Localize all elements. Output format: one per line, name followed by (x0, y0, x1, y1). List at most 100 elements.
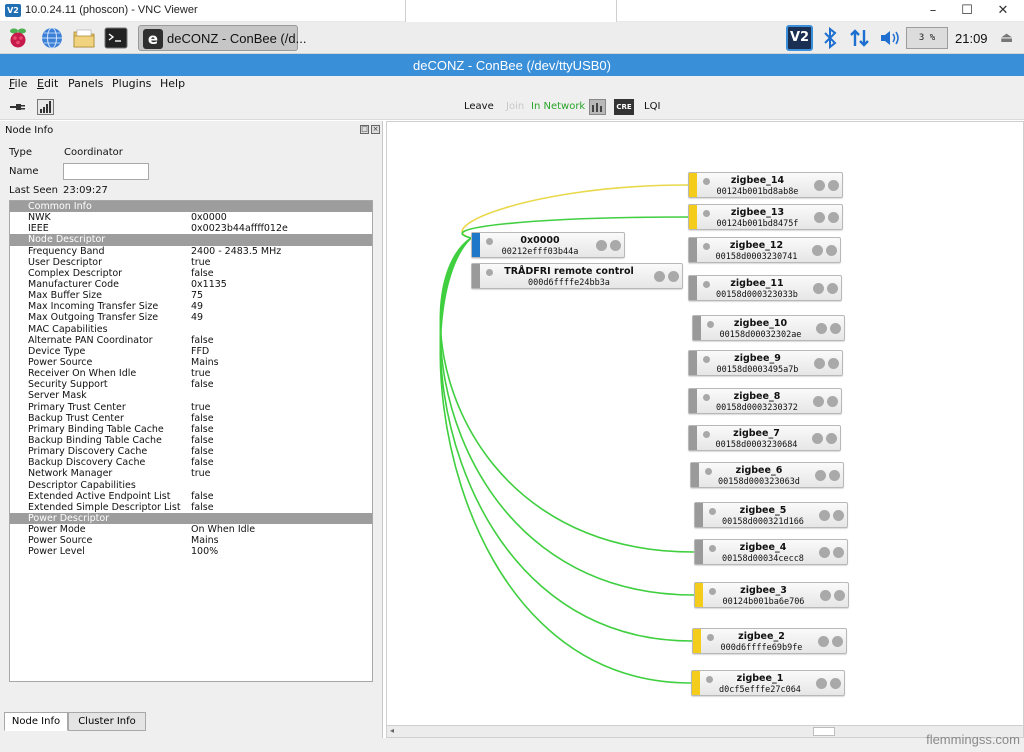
maximize-button[interactable]: ☐ (952, 1, 982, 21)
row-key: NWK (28, 212, 51, 224)
node-endpoint-port[interactable] (833, 510, 844, 521)
terminal-icon[interactable] (104, 26, 128, 50)
tab-node-info[interactable]: Node Info (4, 712, 68, 731)
node-endpoint-port[interactable] (596, 240, 607, 251)
network-node[interactable]: TRÅDFRI remote control 000d6ffffe24bb3a (471, 263, 683, 289)
network-node[interactable]: zigbee_13 00124b001bd8475f (688, 204, 843, 230)
leave-button[interactable]: Leave (464, 101, 494, 112)
table-row: Power Mode On When Idle (10, 524, 372, 535)
join-button[interactable]: Join (506, 101, 524, 112)
network-node[interactable]: zigbee_6 00158d000323063d (690, 462, 844, 488)
node-endpoint-port[interactable] (827, 283, 838, 294)
bluetooth-icon[interactable] (818, 26, 842, 50)
network-node[interactable]: zigbee_9 00158d0003495a7b (688, 350, 843, 376)
network-node[interactable]: zigbee_4 00158d00034cecc8 (694, 539, 848, 565)
scroll-left-icon[interactable]: ◂ (390, 726, 394, 735)
signal-strength-icon[interactable] (37, 99, 54, 115)
menu-help[interactable]: Help (160, 77, 185, 90)
row-key: Complex Descriptor (28, 267, 123, 279)
node-endpoint-port[interactable] (829, 470, 840, 481)
node-endpoint-port[interactable] (826, 433, 837, 444)
network-settings-icon[interactable] (589, 99, 606, 115)
node-endpoint-port[interactable] (654, 271, 665, 282)
taskbar-deconz-button[interactable]: e deCONZ - ConBee (/d... (138, 25, 306, 51)
network-node[interactable]: zigbee_7 00158d0003230684 (688, 425, 841, 451)
node-endpoint-port[interactable] (830, 323, 841, 334)
clock[interactable]: 21:09 (955, 31, 988, 46)
raspberry-menu-icon[interactable] (6, 26, 30, 50)
node-status-dot (709, 508, 716, 515)
node-endpoint-port[interactable] (828, 212, 839, 223)
node-endpoint-port[interactable] (814, 212, 825, 223)
network-node[interactable]: zigbee_2 000d6ffffe69b9fe (692, 628, 847, 654)
menu-panels[interactable]: Panels (68, 77, 103, 90)
network-node[interactable]: zigbee_10 00158d00032302ae (692, 315, 845, 341)
network-node[interactable]: zigbee_5 00158d000321d166 (694, 502, 848, 528)
node-endpoint-port[interactable] (828, 180, 839, 191)
close-panel-icon[interactable]: × (371, 125, 380, 134)
node-endpoint-port[interactable] (832, 636, 843, 647)
node-type-indicator (693, 629, 701, 653)
node-status-dot (703, 394, 710, 401)
float-panel-icon[interactable]: □ (360, 125, 369, 134)
node-endpoint-port[interactable] (813, 283, 824, 294)
tab-cluster-info[interactable]: Cluster Info (68, 712, 146, 731)
node-endpoint-port[interactable] (828, 358, 839, 369)
node-endpoint-port[interactable] (668, 271, 679, 282)
network-node[interactable]: zigbee_12 00158d0003230741 (688, 237, 841, 263)
node-endpoint-port[interactable] (815, 470, 826, 481)
network-node[interactable]: zigbee_1 d0cf5efffe27c064 (691, 670, 845, 696)
node-address: 00212efff03b44a (501, 247, 579, 257)
network-node[interactable]: zigbee_8 00158d0003230372 (688, 388, 842, 414)
deconz-window-title: deCONZ - ConBee (/dev/ttyUSB0) (413, 58, 611, 73)
table-row: Receiver On When Idle true (10, 368, 372, 379)
network-node[interactable]: zigbee_11 00158d000323033b (688, 275, 842, 301)
eject-icon[interactable]: ⏏ (1000, 30, 1013, 46)
node-endpoint-port[interactable] (812, 245, 823, 256)
plug-connect-icon[interactable] (10, 101, 26, 113)
node-descriptor-table[interactable]: Common Info NWK 0x0000 IEEE 0x0023b44affff01… (9, 200, 373, 682)
network-node[interactable]: 0x0000 00212efff03b44a (471, 232, 625, 258)
node-address: 00158d000321d166 (722, 517, 804, 527)
node-endpoint-port[interactable] (830, 678, 841, 689)
node-status-dot (709, 588, 716, 595)
scrollbar-thumb[interactable] (813, 727, 835, 736)
node-endpoint-port[interactable] (814, 358, 825, 369)
file-manager-icon[interactable] (72, 26, 96, 50)
row-value: true (191, 256, 211, 268)
web-browser-icon[interactable] (40, 26, 64, 50)
menu-edit[interactable]: Edit (37, 77, 58, 90)
lqi-toggle[interactable]: LQI (644, 101, 660, 112)
node-endpoint-port[interactable] (816, 323, 827, 334)
volume-icon[interactable] (878, 26, 902, 50)
cre-button[interactable]: CRE (614, 99, 634, 115)
node-endpoint-port[interactable] (819, 510, 830, 521)
name-input[interactable] (63, 163, 149, 180)
node-endpoint-port[interactable] (834, 590, 845, 601)
node-endpoint-port[interactable] (610, 240, 621, 251)
network-node[interactable]: zigbee_14 00124b001bd8ab8e (688, 172, 843, 198)
node-endpoint-port[interactable] (818, 636, 829, 647)
menu-file[interactable]: File (9, 77, 27, 90)
minimize-button[interactable]: – (918, 1, 948, 21)
node-endpoint-port[interactable] (813, 396, 824, 407)
node-endpoint-port[interactable] (819, 547, 830, 558)
close-button[interactable]: ✕ (988, 1, 1018, 21)
network-graph-canvas[interactable]: 0x0000 00212efff03b44a TRÅDFRI remote cont… (386, 121, 1024, 738)
in-network-status[interactable]: In Network (531, 101, 585, 112)
node-endpoint-port[interactable] (814, 180, 825, 191)
node-endpoint-port[interactable] (816, 678, 827, 689)
network-icon[interactable] (848, 26, 872, 50)
row-value: false (191, 490, 214, 502)
node-address: 00158d0003230684 (715, 440, 798, 450)
node-endpoint-port[interactable] (833, 547, 844, 558)
node-endpoint-port[interactable] (812, 433, 823, 444)
node-endpoint-port[interactable] (820, 590, 831, 601)
node-endpoint-port[interactable] (827, 396, 838, 407)
row-key: Receiver On When Idle (28, 368, 137, 380)
network-node[interactable]: zigbee_3 00124b001ba6e706 (694, 582, 849, 608)
vnc-server-tray-icon[interactable]: V2 (786, 25, 813, 51)
row-key: Server Mask (28, 390, 87, 402)
node-endpoint-port[interactable] (826, 245, 837, 256)
menu-plugins[interactable]: Plugins (112, 77, 151, 90)
